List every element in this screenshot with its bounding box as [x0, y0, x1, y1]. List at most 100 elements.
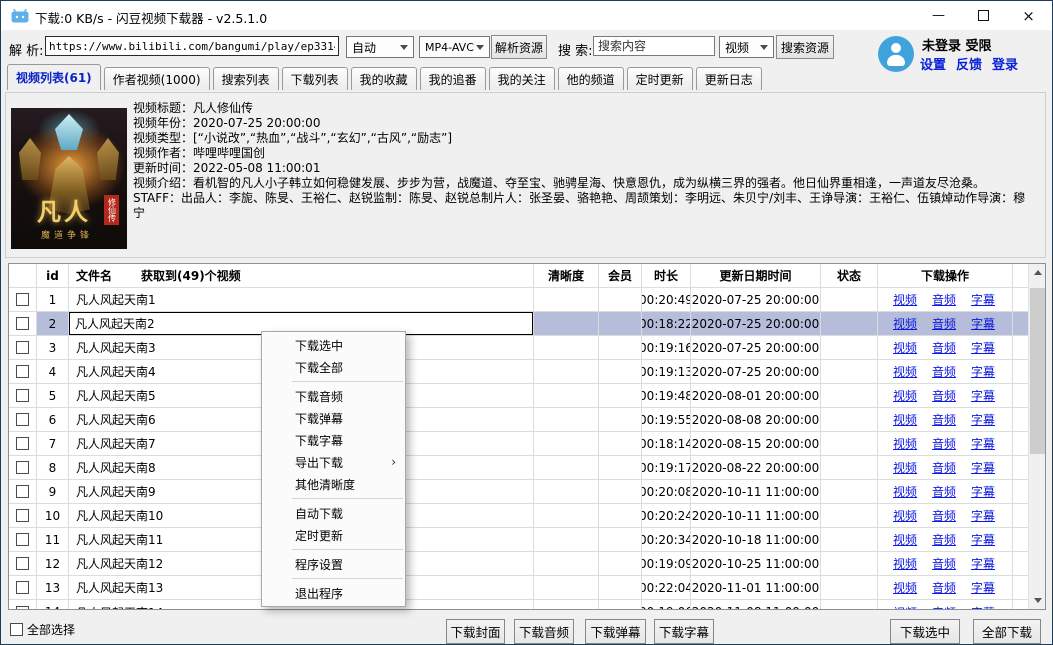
download-video-link[interactable]: 视频	[893, 291, 917, 308]
row-checkbox[interactable]	[16, 293, 29, 306]
menu-item[interactable]: 下载字幕	[262, 429, 405, 451]
header-clarity[interactable]: 清晰度	[534, 264, 599, 287]
header-status[interactable]: 状态	[821, 264, 878, 287]
row-checkbox[interactable]	[16, 606, 29, 611]
tab-item[interactable]: 定时更新	[627, 67, 693, 90]
row-checkbox[interactable]	[16, 461, 29, 474]
menu-item[interactable]: 自动下载	[262, 502, 405, 524]
download-video-link[interactable]: 视频	[893, 339, 917, 356]
settings-link[interactable]: 设置	[920, 54, 946, 73]
download-selected-button[interactable]: 下载选中	[890, 619, 960, 644]
row-checkbox[interactable]	[16, 365, 29, 378]
header-filename[interactable]: 文件名 获取到(49)个视频	[69, 264, 534, 287]
download-video-link[interactable]: 视频	[893, 459, 917, 476]
download-subtitle-link[interactable]: 字幕	[971, 411, 995, 428]
download-audio-link[interactable]: 音频	[932, 507, 956, 524]
header-actions[interactable]: 下载操作	[878, 264, 1013, 287]
download-video-link[interactable]: 视频	[893, 435, 917, 452]
table-row[interactable]: 12凡人风起天南1200:19:092020-10-25 11:00:00视频音…	[9, 552, 1030, 576]
download-audio-link[interactable]: 音频	[932, 483, 956, 500]
download-subtitle-link[interactable]: 字幕	[971, 339, 995, 356]
tab-active[interactable]: 视频列表(61)	[7, 64, 101, 90]
scrollbar-thumb[interactable]	[1030, 288, 1045, 454]
tab-item[interactable]: 我的追番	[420, 67, 486, 90]
header-date[interactable]: 更新日期时间	[691, 264, 821, 287]
row-checkbox[interactable]	[16, 533, 29, 546]
minimize-button[interactable]: —	[916, 1, 961, 30]
row-checkbox[interactable]	[16, 413, 29, 426]
header-member[interactable]: 会员	[599, 264, 642, 287]
menu-item[interactable]: 定时更新	[262, 524, 405, 546]
download-audio-link[interactable]: 音频	[932, 579, 956, 596]
download-cover-button[interactable]: 下载封面	[446, 619, 505, 644]
table-row[interactable]: 10凡人风起天南1000:20:242020-10-11 11:00:00视频音…	[9, 504, 1030, 528]
close-button[interactable]: ×	[1006, 1, 1051, 30]
download-audio-link[interactable]: 音频	[932, 291, 956, 308]
table-row[interactable]: 1凡人风起天南100:20:492020-07-25 20:00:00视频音频字…	[9, 288, 1030, 312]
tab-item[interactable]: 更新日志	[696, 67, 762, 90]
download-video-link[interactable]: 视频	[893, 531, 917, 548]
menu-item[interactable]: 其他清晰度	[262, 473, 405, 495]
download-video-link[interactable]: 视频	[893, 315, 917, 332]
header-id[interactable]: id	[37, 264, 69, 287]
menu-item[interactable]: 下载全部	[262, 356, 405, 378]
row-checkbox[interactable]	[16, 485, 29, 498]
feedback-link[interactable]: 反馈	[956, 54, 982, 73]
download-video-link[interactable]: 视频	[893, 555, 917, 572]
row-checkbox[interactable]	[16, 389, 29, 402]
parse-resource-button[interactable]: 解析资源	[491, 35, 547, 59]
tab-item[interactable]: 我的收藏	[351, 67, 417, 90]
table-row[interactable]: 13凡人风起天南1300:22:042020-11-01 11:00:00视频音…	[9, 576, 1030, 600]
download-audio-link[interactable]: 音频	[932, 604, 956, 611]
download-subtitle-link[interactable]: 字幕	[971, 579, 995, 596]
download-audio-link[interactable]: 音频	[932, 531, 956, 548]
user-avatar-icon[interactable]	[878, 36, 914, 72]
table-row[interactable]: 8凡人风起天南800:19:172020-08-22 20:00:00视频音频字…	[9, 456, 1030, 480]
download-subtitle-link[interactable]: 字幕	[971, 555, 995, 572]
row-checkbox[interactable]	[16, 341, 29, 354]
menu-item[interactable]: 导出下载›	[262, 451, 405, 473]
table-row[interactable]: 4凡人风起天南400:19:132020-07-25 20:00:00视频音频字…	[9, 360, 1030, 384]
url-input[interactable]	[45, 36, 339, 56]
download-video-link[interactable]: 视频	[893, 579, 917, 596]
download-audio-link[interactable]: 音频	[932, 555, 956, 572]
tab-item[interactable]: 作者视频(1000)	[104, 67, 210, 90]
login-link[interactable]: 登录	[992, 54, 1018, 73]
download-subtitle-link[interactable]: 字幕	[971, 604, 995, 611]
download-danmaku-button[interactable]: 下载弹幕	[585, 619, 646, 644]
download-video-link[interactable]: 视频	[893, 604, 917, 611]
download-subtitle-link[interactable]: 字幕	[971, 483, 995, 500]
tab-item[interactable]: 搜索列表	[213, 67, 279, 90]
download-subtitle-link[interactable]: 字幕	[971, 435, 995, 452]
download-subtitle-link[interactable]: 字幕	[971, 315, 995, 332]
download-video-link[interactable]: 视频	[893, 507, 917, 524]
download-audio-button[interactable]: 下载音频	[514, 619, 574, 644]
menu-item[interactable]: 程序设置	[262, 553, 405, 575]
select-all[interactable]: 全部选择	[10, 621, 75, 638]
download-subtitle-link[interactable]: 字幕	[971, 459, 995, 476]
table-row[interactable]: 6凡人风起天南600:19:552020-08-08 20:00:00视频音频字…	[9, 408, 1030, 432]
tab-item[interactable]: 他的频道	[558, 67, 624, 90]
row-checkbox[interactable]	[16, 509, 29, 522]
table-row[interactable]: 200:18:222020-07-25 20:00:00视频音频字幕	[9, 312, 1030, 336]
table-row[interactable]: 11凡人风起天南1100:20:342020-10-18 11:00:00视频音…	[9, 528, 1030, 552]
row-checkbox[interactable]	[16, 581, 29, 594]
row-checkbox[interactable]	[16, 437, 29, 450]
download-video-link[interactable]: 视频	[893, 483, 917, 500]
download-subtitle-link[interactable]: 字幕	[971, 507, 995, 524]
header-duration[interactable]: 时长	[642, 264, 691, 287]
download-video-link[interactable]: 视频	[893, 411, 917, 428]
tab-item[interactable]: 下载列表	[282, 67, 348, 90]
table-row[interactable]: 3凡人风起天南300:19:162020-07-25 20:00:00视频音频字…	[9, 336, 1030, 360]
download-audio-link[interactable]: 音频	[932, 387, 956, 404]
download-audio-link[interactable]: 音频	[932, 339, 956, 356]
download-audio-link[interactable]: 音频	[932, 315, 956, 332]
download-subtitle-link[interactable]: 字幕	[971, 291, 995, 308]
download-subtitle-link[interactable]: 字幕	[971, 387, 995, 404]
search-type-select[interactable]: 视频	[719, 36, 774, 58]
download-audio-link[interactable]: 音频	[932, 411, 956, 428]
download-subtitle-button[interactable]: 下载字幕	[654, 619, 714, 644]
menu-item[interactable]: 下载音频	[262, 385, 405, 407]
download-video-link[interactable]: 视频	[893, 387, 917, 404]
row-checkbox[interactable]	[16, 317, 29, 330]
